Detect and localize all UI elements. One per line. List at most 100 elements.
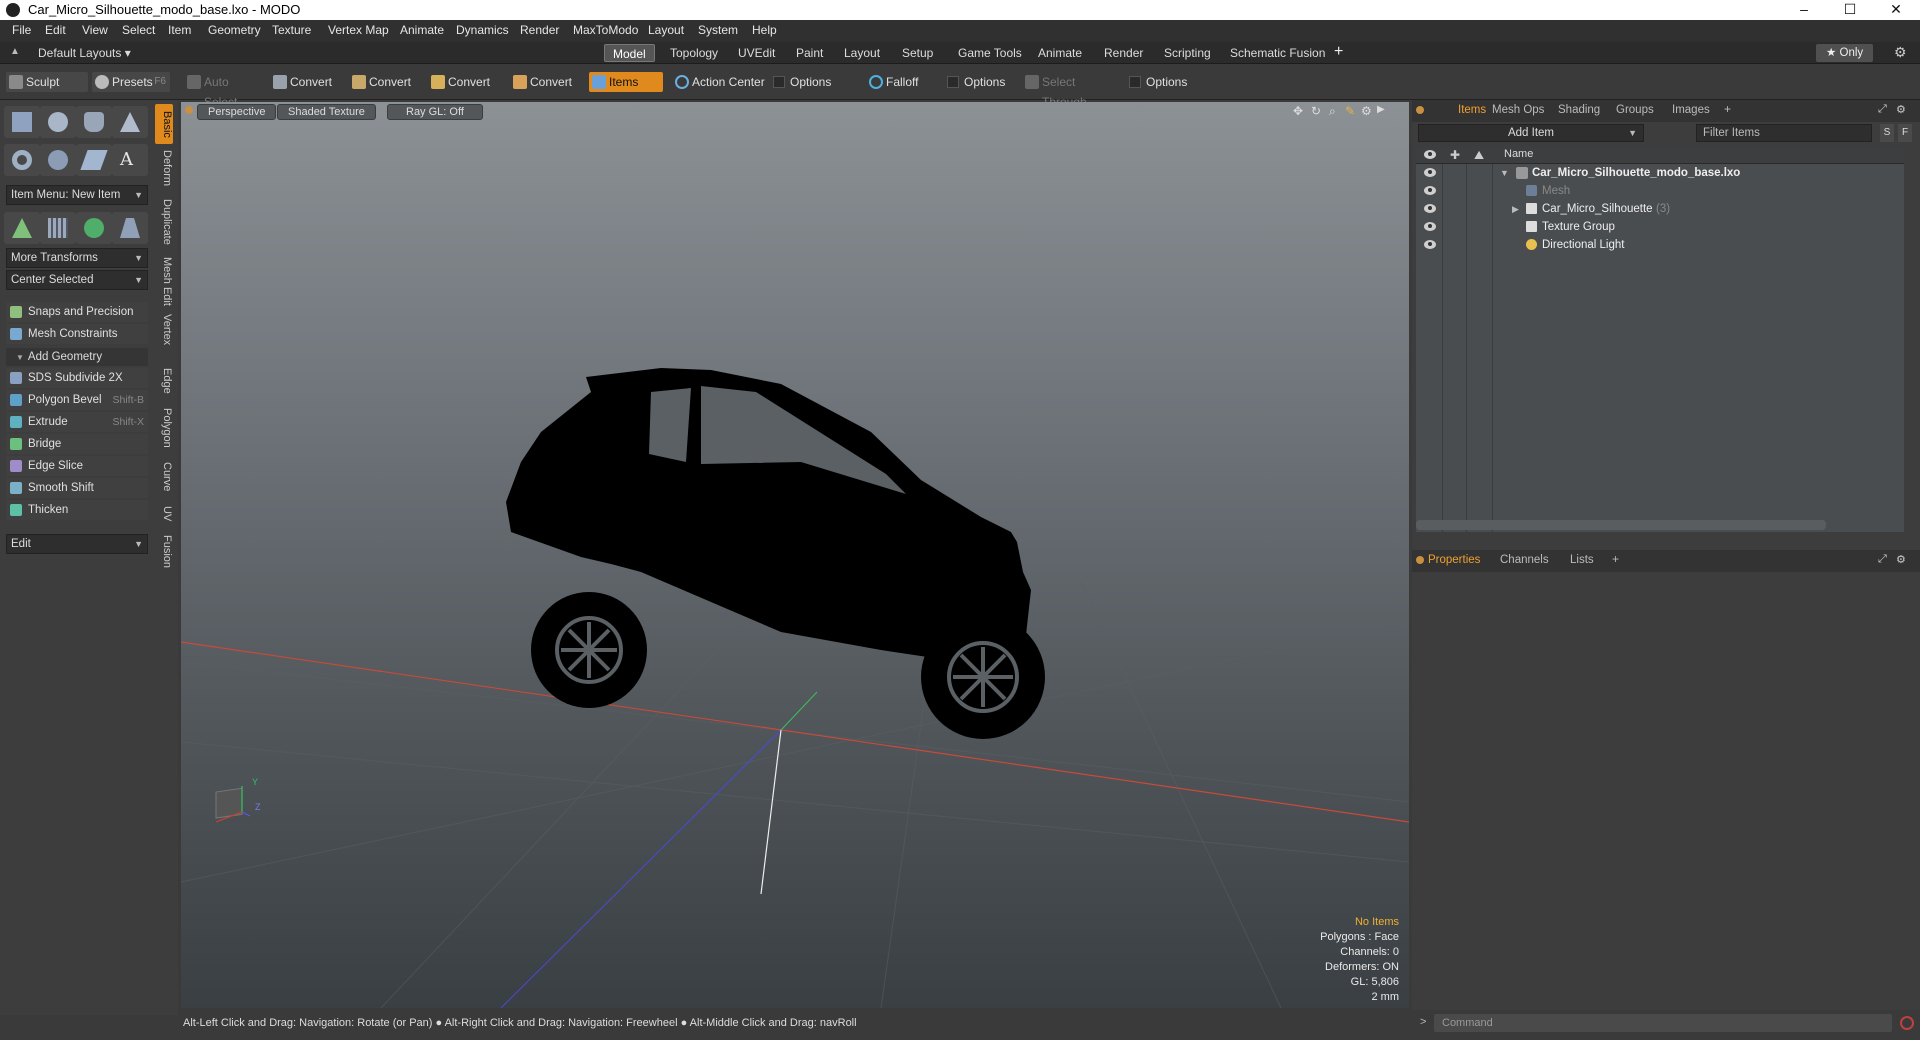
panel-expand-icon[interactable]: ⤢: [1878, 553, 1887, 566]
menu-edit[interactable]: Edit: [45, 23, 66, 37]
add-geometry-header[interactable]: ▼ Add Geometry: [6, 348, 148, 366]
bridge-button[interactable]: Bridge: [6, 434, 148, 454]
vtab-basic[interactable]: Basic: [155, 104, 173, 144]
convert-polygons-button[interactable]: Convert: [428, 72, 500, 92]
expand-arrow-icon[interactable]: ▶: [1512, 200, 1519, 218]
menu-vertex-map[interactable]: Vertex Map: [328, 23, 389, 37]
sds-subdivide-button[interactable]: SDS Subdivide 2X: [6, 368, 148, 388]
tree-row-directional-light[interactable]: Directional Light: [1416, 236, 1902, 254]
expand-arrow-icon[interactable]: ▼: [1500, 164, 1509, 182]
3d-viewport[interactable]: Perspective Shaded Texture Ray GL: Off ✥…: [181, 102, 1409, 1008]
name-column-header[interactable]: Name: [1504, 148, 1533, 160]
sphere-primitive-button[interactable]: [40, 106, 76, 138]
menu-dynamics[interactable]: Dynamics: [456, 23, 509, 37]
text-tool-button[interactable]: A: [112, 144, 148, 176]
panel-gear-icon[interactable]: ⚙: [1896, 103, 1906, 116]
filter-items-input[interactable]: Filter Items: [1696, 124, 1872, 142]
perspective-grid-button[interactable]: [112, 212, 148, 244]
thicken-button[interactable]: Thicken: [6, 500, 148, 520]
visibility-eye-icon[interactable]: [1424, 168, 1436, 177]
tree-row-mesh[interactable]: Mesh: [1416, 182, 1902, 200]
menu-item[interactable]: Item: [168, 23, 191, 37]
tab-mesh-ops[interactable]: Mesh Ops: [1492, 104, 1544, 116]
more-transforms-dropdown[interactable]: More Transforms ▼: [6, 248, 148, 268]
menu-help[interactable]: Help: [752, 23, 777, 37]
presets-button[interactable]: Presets F6: [92, 72, 170, 92]
auto-select-button[interactable]: Auto Select: [184, 72, 264, 109]
add-panel-tab-icon[interactable]: +: [1612, 552, 1619, 566]
vtab-polygon[interactable]: Polygon: [155, 406, 173, 450]
menu-maxtomodo[interactable]: MaxToModo: [573, 23, 638, 37]
menu-geometry[interactable]: Geometry: [208, 23, 261, 37]
convert-vertices-button[interactable]: Convert: [270, 72, 342, 92]
cylinder-primitive-button[interactable]: [76, 106, 112, 138]
menu-system[interactable]: System: [698, 23, 738, 37]
panel-expand-icon[interactable]: ⤢: [1878, 103, 1887, 116]
mesh-constraints-button[interactable]: Mesh Constraints: [6, 324, 148, 344]
vtab-curve[interactable]: Curve: [155, 460, 173, 494]
filter-f-button[interactable]: F: [1898, 124, 1912, 142]
edit-dropdown[interactable]: Edit ▼: [6, 534, 148, 554]
vtab-mesh-edit[interactable]: Mesh Edit: [155, 256, 173, 306]
visibility-eye-icon[interactable]: [1424, 186, 1436, 195]
tree-row-car-micro-silhouette[interactable]: ▶ Car_Micro_Silhouette (3): [1416, 200, 1902, 218]
tab-lists[interactable]: Lists: [1570, 554, 1594, 566]
tab-items[interactable]: Items: [1458, 104, 1486, 116]
pen-tool-button[interactable]: [76, 144, 112, 176]
vtab-uv[interactable]: UV: [155, 504, 173, 524]
only-toggle[interactable]: ★ Only: [1816, 44, 1874, 62]
maximize-button[interactable]: ☐: [1828, 0, 1872, 20]
menu-file[interactable]: File: [12, 23, 31, 37]
tab-topology[interactable]: Topology: [662, 44, 726, 62]
tab-layout[interactable]: Layout: [836, 44, 888, 62]
action-center-button[interactable]: Action Center: [672, 72, 766, 92]
command-input[interactable]: Command: [1434, 1014, 1892, 1032]
vtab-duplicate[interactable]: Duplicate: [155, 196, 173, 248]
vtab-fusion[interactable]: Fusion: [155, 534, 173, 570]
visibility-eye-icon[interactable]: [1424, 222, 1436, 231]
polygon-bevel-button[interactable]: Polygon Bevel Shift-B: [6, 390, 148, 410]
vtab-vertex[interactable]: Vertex: [155, 312, 173, 348]
locator-button[interactable]: [4, 212, 40, 244]
item-menu-dropdown[interactable]: Item Menu: New Item ▼: [6, 185, 148, 205]
tab-model[interactable]: Model: [604, 44, 655, 62]
convert-items-button[interactable]: Convert: [510, 72, 582, 92]
menu-select[interactable]: Select: [122, 23, 155, 37]
tab-animate[interactable]: Animate: [1030, 44, 1090, 62]
minimize-button[interactable]: –: [1782, 0, 1826, 20]
horizontal-scrollbar[interactable]: [1416, 520, 1826, 530]
cone-primitive-button[interactable]: [112, 106, 148, 138]
falloff-options-button[interactable]: Options: [944, 72, 1024, 92]
visibility-eye-icon[interactable]: [1424, 204, 1436, 213]
filter-s-button[interactable]: S: [1880, 124, 1894, 142]
globe-button[interactable]: [76, 212, 112, 244]
tab-render[interactable]: Render: [1096, 44, 1151, 62]
tab-properties[interactable]: Properties: [1428, 554, 1480, 566]
menu-animate[interactable]: Animate: [400, 23, 444, 37]
cube-primitive-button[interactable]: [4, 106, 40, 138]
menu-texture[interactable]: Texture: [272, 23, 311, 37]
visibility-eye-icon[interactable]: [1424, 240, 1436, 249]
menu-layout[interactable]: Layout: [648, 23, 684, 37]
tab-groups[interactable]: Groups: [1616, 104, 1654, 116]
smooth-shift-button[interactable]: Smooth Shift: [6, 478, 148, 498]
action-center-options-button[interactable]: Options: [770, 72, 862, 92]
grid-mesh-button[interactable]: [40, 212, 76, 244]
tab-channels[interactable]: Channels: [1500, 554, 1549, 566]
falloff-button[interactable]: Falloff: [866, 72, 938, 92]
convert-edges-button[interactable]: Convert: [349, 72, 421, 92]
capsule-primitive-button[interactable]: [40, 144, 76, 176]
panel-gear-icon[interactable]: ⚙: [1896, 553, 1906, 566]
menu-render[interactable]: Render: [520, 23, 559, 37]
items-mode-button[interactable]: Items: [589, 72, 663, 92]
extrude-button[interactable]: Extrude Shift-X: [6, 412, 148, 432]
tab-setup[interactable]: Setup: [894, 44, 941, 62]
add-item-dropdown[interactable]: Add Item ▼: [1418, 124, 1644, 142]
center-selected-dropdown[interactable]: Center Selected ▼: [6, 270, 148, 290]
tab-scripting[interactable]: Scripting: [1156, 44, 1219, 62]
command-history-icon[interactable]: [1900, 1016, 1914, 1030]
snaps-and-precision-button[interactable]: Snaps and Precision: [6, 302, 148, 322]
tree-row-scene[interactable]: ▼ Car_Micro_Silhouette_modo_base.lxo: [1416, 164, 1902, 182]
default-layouts-dropdown[interactable]: Default Layouts ▾: [38, 46, 131, 60]
select-through-options-button[interactable]: Options: [1126, 72, 1210, 92]
